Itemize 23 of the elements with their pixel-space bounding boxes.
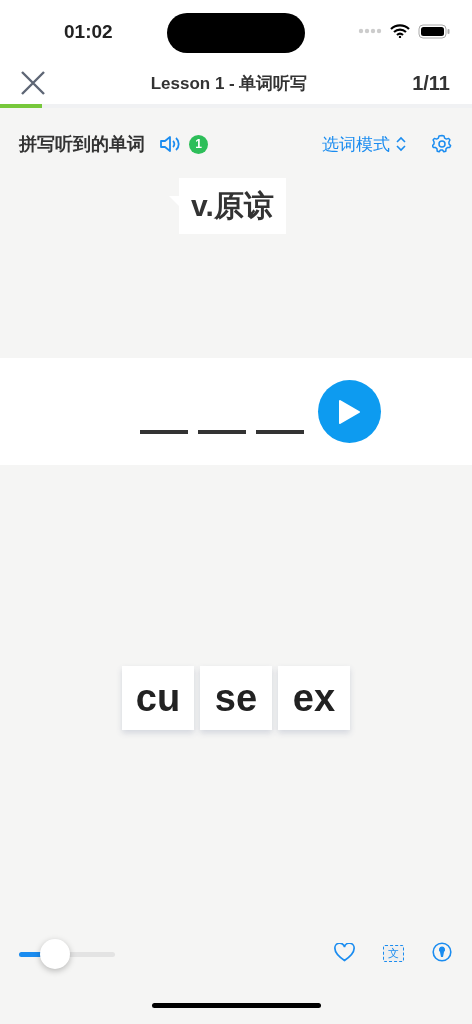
close-button[interactable]	[20, 70, 46, 96]
meaning-hint: v.原谅	[179, 178, 286, 234]
signal-icon	[358, 28, 382, 34]
progress-counter: 1/11	[412, 71, 450, 95]
slider-thumb[interactable]	[40, 939, 70, 969]
lesson-title: Lesson 1 - 单词听写	[150, 72, 308, 95]
letter-tile[interactable]: se	[200, 666, 272, 730]
play-icon	[337, 398, 361, 425]
letter-tile[interactable]: ex	[278, 666, 350, 730]
answer-blank	[139, 429, 188, 434]
play-count-badge: 1	[189, 134, 208, 154]
answer-blank	[255, 429, 304, 434]
settings-icon[interactable]	[432, 134, 452, 154]
wifi-icon	[390, 24, 410, 38]
battery-icon	[418, 23, 450, 39]
favorite-button[interactable]	[334, 943, 355, 962]
speaker-button[interactable]	[159, 135, 181, 153]
hint-button[interactable]	[432, 942, 452, 962]
instruction-text: 拼写听到的单词	[19, 133, 145, 156]
answer-blank	[197, 429, 246, 434]
chevron-icon	[396, 136, 406, 152]
status-time: 01:02	[64, 20, 113, 43]
letter-tile[interactable]: cu	[122, 666, 194, 730]
